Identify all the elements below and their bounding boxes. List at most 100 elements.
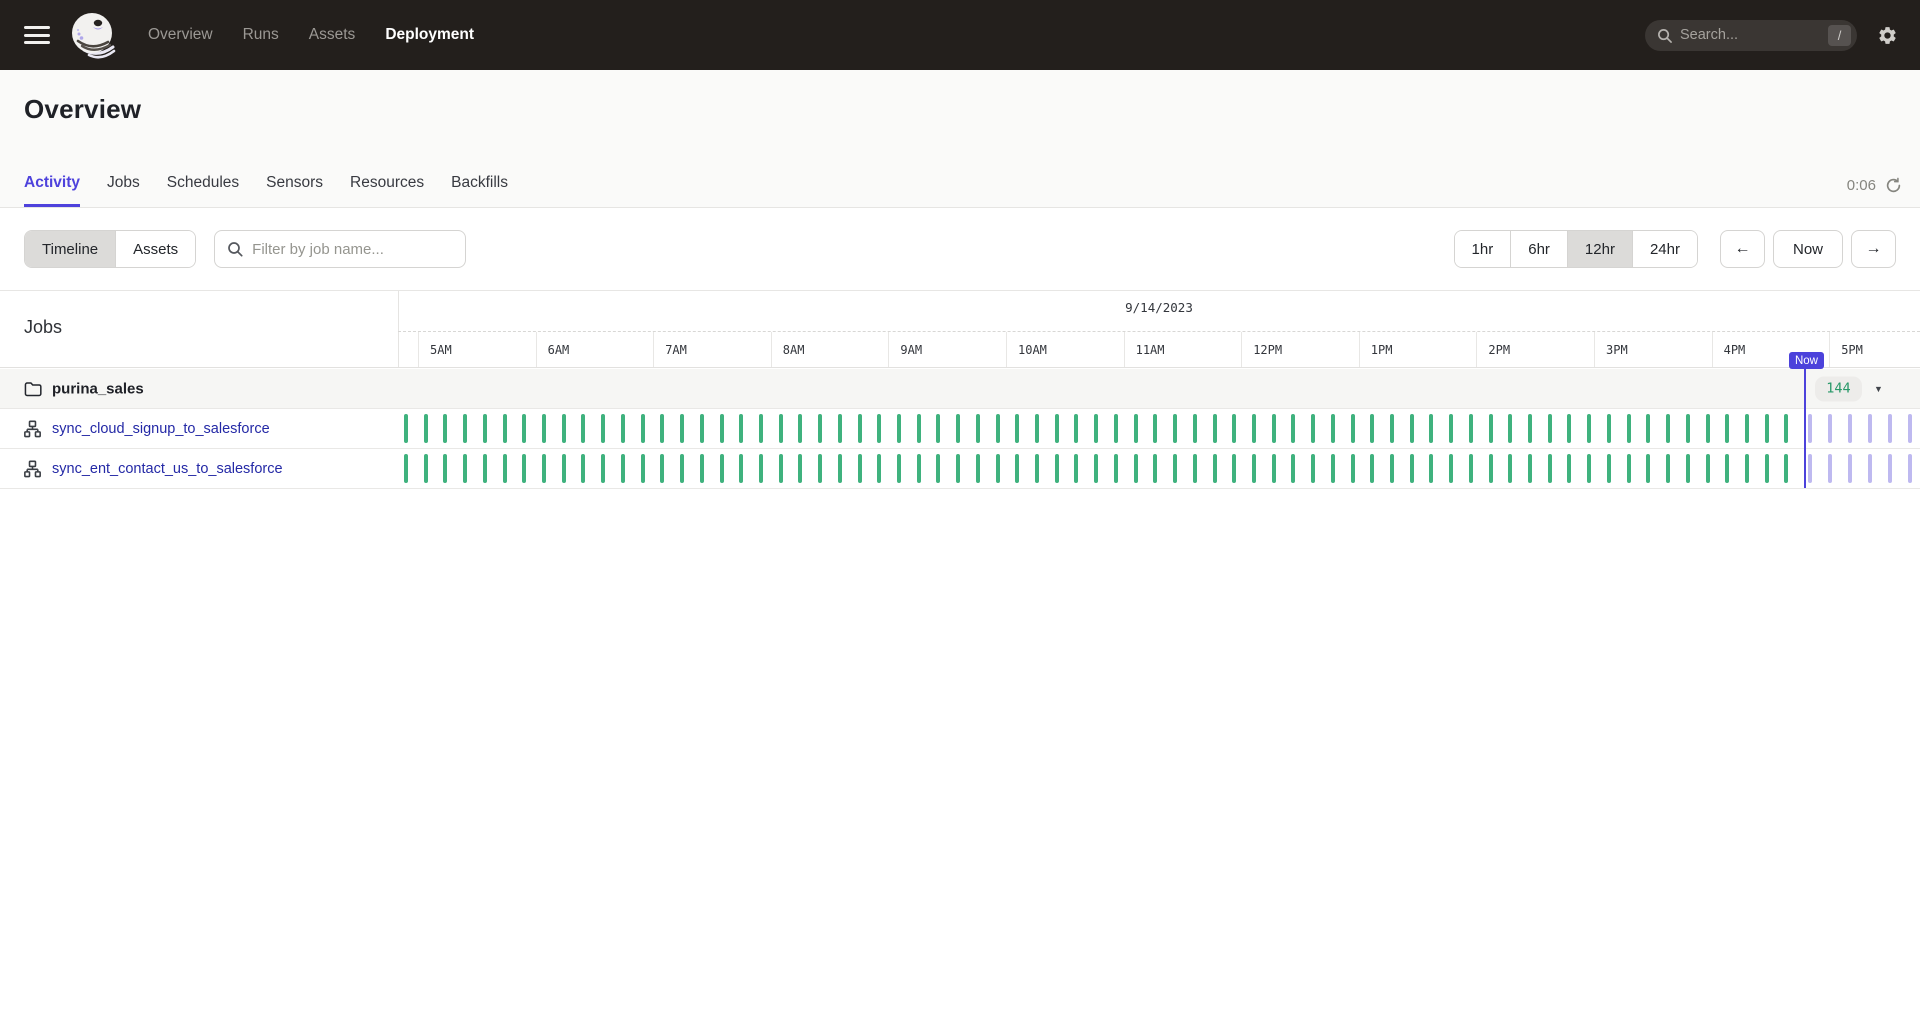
run-tick-success[interactable]	[858, 414, 862, 443]
run-tick-success[interactable]	[1291, 414, 1295, 443]
run-tick-success[interactable]	[779, 454, 783, 483]
run-tick-success[interactable]	[917, 454, 921, 483]
run-tick-success[interactable]	[1094, 454, 1098, 483]
run-tick-success[interactable]	[621, 414, 625, 443]
run-tick-success[interactable]	[1094, 414, 1098, 443]
run-tick-success[interactable]	[1331, 414, 1335, 443]
run-tick-success[interactable]	[621, 454, 625, 483]
run-tick-success[interactable]	[1410, 414, 1414, 443]
run-tick-success[interactable]	[877, 454, 881, 483]
run-tick-success[interactable]	[1508, 414, 1512, 443]
refresh-icon[interactable]	[1885, 177, 1902, 194]
timeline-next-button[interactable]: →	[1851, 230, 1896, 268]
run-tick-success[interactable]	[858, 454, 862, 483]
run-tick-success[interactable]	[601, 454, 605, 483]
run-tick-success[interactable]	[1291, 454, 1295, 483]
run-tick-success[interactable]	[1745, 414, 1749, 443]
run-tick-success[interactable]	[838, 414, 842, 443]
run-tick-success[interactable]	[680, 414, 684, 443]
run-tick-success[interactable]	[1725, 454, 1729, 483]
run-tick-success[interactable]	[720, 454, 724, 483]
run-tick-success[interactable]	[1725, 414, 1729, 443]
run-tick-success[interactable]	[641, 414, 645, 443]
view-mode-timeline-button[interactable]: Timeline	[25, 231, 116, 267]
run-tick-success[interactable]	[1567, 414, 1571, 443]
run-tick-scheduled[interactable]	[1808, 414, 1812, 443]
run-tick-success[interactable]	[1370, 454, 1374, 483]
run-tick-success[interactable]	[1489, 454, 1493, 483]
run-tick-success[interactable]	[1567, 454, 1571, 483]
hamburger-menu-icon[interactable]	[24, 26, 50, 44]
run-tick-success[interactable]	[1429, 414, 1433, 443]
run-tick-success[interactable]	[1074, 454, 1078, 483]
run-tick-success[interactable]	[660, 454, 664, 483]
run-tick-success[interactable]	[1449, 454, 1453, 483]
run-tick-success[interactable]	[1646, 454, 1650, 483]
run-tick-scheduled[interactable]	[1908, 414, 1912, 443]
timeline-now-button[interactable]: Now	[1773, 230, 1843, 268]
job-name-link[interactable]: sync_ent_contact_us_to_salesforce	[52, 461, 283, 477]
global-search[interactable]: /	[1645, 20, 1857, 51]
run-tick-success[interactable]	[1015, 454, 1019, 483]
run-tick-success[interactable]	[956, 414, 960, 443]
run-tick-success[interactable]	[1232, 454, 1236, 483]
run-tick-success[interactable]	[1193, 414, 1197, 443]
run-tick-success[interactable]	[720, 414, 724, 443]
run-tick-success[interactable]	[483, 414, 487, 443]
run-tick-success[interactable]	[976, 454, 980, 483]
dagster-logo[interactable]	[68, 9, 120, 61]
run-count-badge[interactable]: 144	[1815, 376, 1862, 401]
run-tick-success[interactable]	[1607, 414, 1611, 443]
run-tick-success[interactable]	[1311, 414, 1315, 443]
view-mode-assets-button[interactable]: Assets	[116, 231, 195, 267]
run-tick-success[interactable]	[581, 414, 585, 443]
run-tick-success[interactable]	[779, 414, 783, 443]
run-tick-success[interactable]	[1646, 414, 1650, 443]
nav-item-overview[interactable]: Overview	[148, 26, 213, 44]
timeline-prev-button[interactable]: ←	[1720, 230, 1765, 268]
run-tick-success[interactable]	[1686, 454, 1690, 483]
run-tick-success[interactable]	[996, 414, 1000, 443]
run-tick-success[interactable]	[1607, 454, 1611, 483]
run-tick-success[interactable]	[759, 454, 763, 483]
run-tick-scheduled[interactable]	[1848, 414, 1852, 443]
run-tick-success[interactable]	[1548, 414, 1552, 443]
run-tick-success[interactable]	[1213, 414, 1217, 443]
run-tick-success[interactable]	[1765, 454, 1769, 483]
nav-item-assets[interactable]: Assets	[309, 26, 356, 44]
search-input[interactable]	[1680, 27, 1820, 43]
run-tick-success[interactable]	[1272, 454, 1276, 483]
nav-item-runs[interactable]: Runs	[243, 26, 279, 44]
run-tick-success[interactable]	[1311, 454, 1315, 483]
run-tick-success[interactable]	[1055, 414, 1059, 443]
run-tick-success[interactable]	[1686, 414, 1690, 443]
run-tick-success[interactable]	[1331, 454, 1335, 483]
run-tick-success[interactable]	[739, 454, 743, 483]
run-tick-success[interactable]	[1528, 454, 1532, 483]
run-tick-success[interactable]	[1449, 414, 1453, 443]
tab-schedules[interactable]: Schedules	[167, 174, 239, 207]
run-tick-success[interactable]	[1193, 454, 1197, 483]
run-tick-success[interactable]	[601, 414, 605, 443]
run-tick-success[interactable]	[1587, 414, 1591, 443]
run-tick-success[interactable]	[463, 414, 467, 443]
run-tick-success[interactable]	[424, 454, 428, 483]
run-tick-success[interactable]	[443, 454, 447, 483]
run-tick-success[interactable]	[1173, 454, 1177, 483]
run-tick-success[interactable]	[1390, 454, 1394, 483]
tab-sensors[interactable]: Sensors	[266, 174, 323, 207]
run-tick-scheduled[interactable]	[1868, 414, 1872, 443]
job-group-row[interactable]: purina_sales144▼	[0, 369, 1920, 409]
run-tick-success[interactable]	[838, 454, 842, 483]
run-tick-success[interactable]	[798, 414, 802, 443]
run-tick-scheduled[interactable]	[1888, 454, 1892, 483]
run-tick-success[interactable]	[1489, 414, 1493, 443]
run-tick-success[interactable]	[700, 454, 704, 483]
run-tick-success[interactable]	[1055, 454, 1059, 483]
run-tick-success[interactable]	[503, 414, 507, 443]
run-tick-success[interactable]	[759, 414, 763, 443]
run-tick-success[interactable]	[660, 414, 664, 443]
run-tick-success[interactable]	[897, 414, 901, 443]
range-6hr-button[interactable]: 6hr	[1511, 231, 1568, 267]
run-tick-success[interactable]	[1351, 454, 1355, 483]
